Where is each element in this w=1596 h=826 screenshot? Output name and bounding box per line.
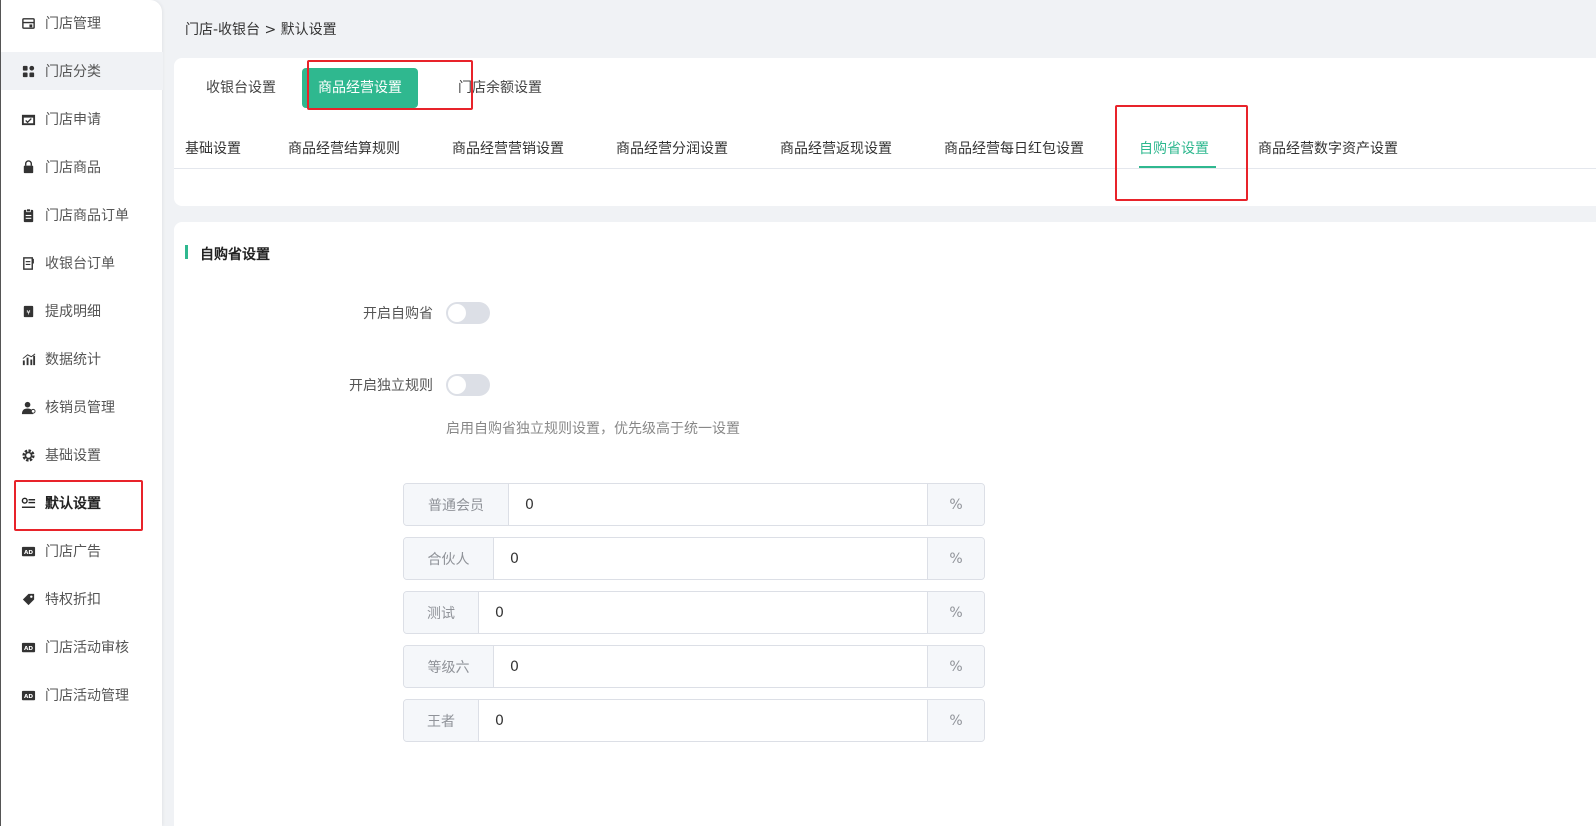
percent-unit: % bbox=[927, 700, 984, 741]
level-rate-input[interactable] bbox=[479, 592, 927, 633]
sidebar-item-label: 收银台订单 bbox=[45, 256, 115, 272]
sidebar-item-store-goods-orders[interactable]: 门店商品订单 bbox=[1, 196, 163, 234]
sidebar-item-label: 门店申请 bbox=[45, 112, 101, 128]
subtab-marketing-settings[interactable]: 商品经营营销设置 bbox=[452, 138, 564, 170]
sidebar-item-label: 门店活动管理 bbox=[45, 688, 129, 704]
tag-icon bbox=[20, 591, 36, 607]
settings-list-icon bbox=[20, 495, 36, 511]
sidebar-item-commission-details[interactable]: ¥ 提成明细 bbox=[1, 292, 163, 330]
gear-icon bbox=[20, 447, 36, 463]
percent-unit: % bbox=[927, 592, 984, 633]
ad-icon: AD bbox=[20, 639, 36, 655]
sidebar-item-label: 门店商品订单 bbox=[45, 208, 129, 224]
level-rate-input[interactable] bbox=[509, 484, 927, 525]
level-name: 普通会员 bbox=[404, 484, 509, 525]
subtab-active-indicator bbox=[1139, 166, 1216, 168]
subtab-daily-red-packet[interactable]: 商品经营每日红包设置 bbox=[944, 138, 1084, 170]
level-input-group: 普通会员 % bbox=[403, 483, 985, 526]
user-icon bbox=[20, 399, 36, 415]
chart-icon bbox=[20, 351, 36, 367]
sidebar-item-label: 门店分类 bbox=[45, 64, 101, 80]
section-accent-bar bbox=[185, 245, 188, 259]
level-name: 等级六 bbox=[404, 646, 494, 687]
sidebar-item-store-management[interactable]: 门店管理 bbox=[1, 4, 163, 42]
sidebar-item-label: 门店管理 bbox=[45, 16, 101, 32]
ledger-icon: ¥ bbox=[20, 303, 36, 319]
sidebar-item-activity-review[interactable]: AD 门店活动审核 bbox=[1, 628, 163, 666]
sidebar-item-label: 基础设置 bbox=[45, 448, 101, 464]
level-rate-input[interactable] bbox=[494, 646, 927, 687]
ad-icon: AD bbox=[20, 543, 36, 559]
level-name: 测试 bbox=[404, 592, 479, 633]
store-icon bbox=[20, 15, 36, 31]
enable-label: 开启自购省 bbox=[363, 306, 433, 322]
level-input-group: 王者 % bbox=[403, 699, 985, 742]
percent-unit: % bbox=[927, 484, 984, 525]
level-name: 合伙人 bbox=[404, 538, 494, 579]
receipt-icon bbox=[20, 255, 36, 271]
sidebar-item-activity-management[interactable]: AD 门店活动管理 bbox=[1, 676, 163, 714]
sidebar-item-label: 核销员管理 bbox=[45, 400, 115, 416]
percent-unit: % bbox=[927, 646, 984, 687]
sidebar-item-label: 特权折扣 bbox=[45, 592, 101, 608]
subtab-settlement-rules[interactable]: 商品经营结算规则 bbox=[288, 138, 400, 170]
level-input-group: 等级六 % bbox=[403, 645, 985, 688]
independent-rule-hint: 启用自购省独立规则设置，优先级高于统一设置 bbox=[446, 421, 740, 437]
svg-text:¥: ¥ bbox=[26, 308, 30, 316]
sidebar-item-store-ads[interactable]: AD 门店广告 bbox=[1, 532, 163, 570]
subtab-cashback-settings[interactable]: 商品经营返现设置 bbox=[780, 138, 892, 170]
independent-rule-label: 开启独立规则 bbox=[349, 378, 433, 394]
sidebar-item-label: 门店活动审核 bbox=[45, 640, 129, 656]
subtab-profit-sharing[interactable]: 商品经营分润设置 bbox=[616, 138, 728, 170]
svg-text:AD: AD bbox=[24, 693, 33, 699]
sidebar-item-data-statistics[interactable]: 数据统计 bbox=[1, 340, 163, 378]
enable-switch[interactable] bbox=[446, 302, 490, 324]
tab-cashier-settings[interactable]: 收银台设置 bbox=[190, 68, 292, 108]
level-input-group: 合伙人 % bbox=[403, 537, 985, 580]
svg-text:AD: AD bbox=[24, 549, 33, 555]
svg-text:AD: AD bbox=[24, 645, 33, 651]
sidebar-item-store-goods[interactable]: 门店商品 bbox=[1, 148, 163, 186]
sidebar-item-basic-settings[interactable]: 基础设置 bbox=[1, 436, 163, 474]
sidebar-item-store-category[interactable]: 门店分类 bbox=[1, 52, 163, 90]
sidebar-item-label: 门店商品 bbox=[45, 160, 101, 176]
level-rate-input[interactable] bbox=[494, 538, 927, 579]
breadcrumb: 门店-收银台 > 默认设置 bbox=[185, 22, 337, 38]
level-input-group: 测试 % bbox=[403, 591, 985, 634]
subtab-divider bbox=[174, 168, 1596, 169]
sidebar-item-verifier-management[interactable]: 核销员管理 bbox=[1, 388, 163, 426]
sidebar-item-privilege-discount[interactable]: 特权折扣 bbox=[1, 580, 163, 618]
tab-store-balance-settings[interactable]: 门店余额设置 bbox=[442, 68, 558, 108]
tab-goods-operation-settings[interactable]: 商品经营设置 bbox=[302, 68, 418, 108]
subtab-digital-assets[interactable]: 商品经营数字资产设置 bbox=[1258, 138, 1398, 170]
tabs-card: 收银台设置 商品经营设置 门店余额设置 bbox=[174, 58, 1596, 206]
ad-icon: AD bbox=[20, 687, 36, 703]
sidebar: 门店管理 门店分类 门店申请 门店商品 门店商品订单 收银台订单 ¥ 提成明细 … bbox=[0, 0, 163, 826]
sidebar-item-label: 门店广告 bbox=[45, 544, 101, 560]
sidebar-item-store-application[interactable]: 门店申请 bbox=[1, 100, 163, 138]
sidebar-item-label: 数据统计 bbox=[45, 352, 101, 368]
clipboard-icon bbox=[20, 207, 36, 223]
independent-rule-switch[interactable] bbox=[446, 374, 490, 396]
percent-unit: % bbox=[927, 538, 984, 579]
category-icon bbox=[20, 63, 36, 79]
subtab-basic-settings[interactable]: 基础设置 bbox=[185, 138, 241, 170]
inbox-icon bbox=[20, 111, 36, 127]
sidebar-item-label: 默认设置 bbox=[45, 496, 101, 512]
level-name: 王者 bbox=[404, 700, 479, 741]
level-rate-input[interactable] bbox=[479, 700, 927, 741]
sidebar-item-cashier-orders[interactable]: 收银台订单 bbox=[1, 244, 163, 282]
section-title: 自购省设置 bbox=[200, 247, 270, 263]
sidebar-item-default-settings[interactable]: 默认设置 bbox=[1, 484, 163, 522]
sidebar-item-label: 提成明细 bbox=[45, 304, 101, 320]
bag-icon bbox=[20, 159, 36, 175]
